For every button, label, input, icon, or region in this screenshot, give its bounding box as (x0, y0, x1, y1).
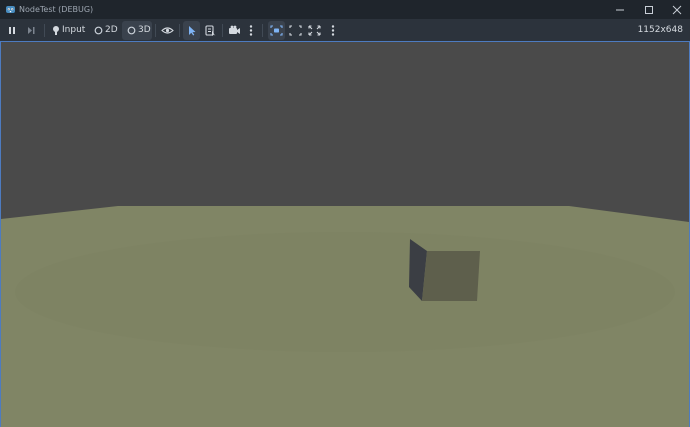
node-2d-icon (94, 26, 103, 35)
pause-button[interactable] (4, 21, 20, 40)
toolbar-separator (179, 24, 180, 37)
godot-logo-icon (6, 6, 15, 13)
expand-button[interactable] (306, 21, 323, 40)
eye-icon (161, 27, 174, 34)
input-toggle-button[interactable]: Input (48, 21, 86, 40)
toolbar-separator (222, 24, 223, 37)
mode-2d-button[interactable]: 2D (89, 21, 119, 40)
camera-override-button[interactable] (226, 21, 243, 40)
minimize-icon (616, 9, 624, 11)
reset-zoom-button[interactable] (287, 21, 304, 40)
step-frame-icon (28, 27, 35, 34)
game-window: NodeTest (DEBUG) Input 2D 3D 1152x648 (0, 0, 690, 427)
close-button[interactable] (662, 0, 690, 19)
fit-screen-icon (289, 25, 302, 36)
maximize-icon (645, 6, 653, 14)
focus-selection-button[interactable] (268, 21, 285, 40)
scene-render (1, 42, 689, 427)
minimize-button[interactable] (605, 0, 635, 19)
close-icon (672, 5, 682, 15)
next-frame-button[interactable] (23, 21, 39, 40)
toolbar-separator (262, 24, 263, 37)
list-select-button[interactable] (202, 21, 219, 40)
camera-options-menu-button[interactable] (245, 21, 257, 40)
ground-shading (15, 232, 675, 352)
resolution-label: 1152x648 (637, 25, 683, 35)
node-3d-icon (127, 26, 136, 35)
visibility-button[interactable] (159, 21, 176, 40)
window-title: NodeTest (DEBUG) (19, 5, 94, 14)
camera-focus-icon (270, 25, 283, 36)
select-mode-button[interactable] (183, 21, 200, 40)
joypad-icon (53, 26, 59, 35)
kebab-menu-icon (331, 25, 335, 36)
mode-2d-label: 2D (105, 25, 118, 35)
title-bar: NodeTest (DEBUG) (0, 0, 690, 19)
view-options-menu-button[interactable] (327, 21, 339, 40)
cursor-arrow-icon (189, 26, 196, 36)
kebab-menu-icon (249, 25, 253, 36)
pause-icon (9, 27, 15, 34)
expand-icon (308, 25, 321, 36)
mode-3d-label: 3D (138, 25, 151, 35)
input-label: Input (62, 25, 86, 35)
mode-3d-button[interactable]: 3D (122, 21, 152, 40)
list-select-icon (205, 25, 216, 36)
game-toolbar: Input 2D 3D 1152x648 (0, 19, 690, 42)
maximize-button[interactable] (634, 0, 664, 19)
cube-front-face (422, 251, 480, 301)
game-viewport[interactable] (0, 41, 690, 427)
toolbar-separator (44, 24, 45, 37)
camera-icon (229, 25, 240, 34)
toolbar-separator (155, 24, 156, 37)
